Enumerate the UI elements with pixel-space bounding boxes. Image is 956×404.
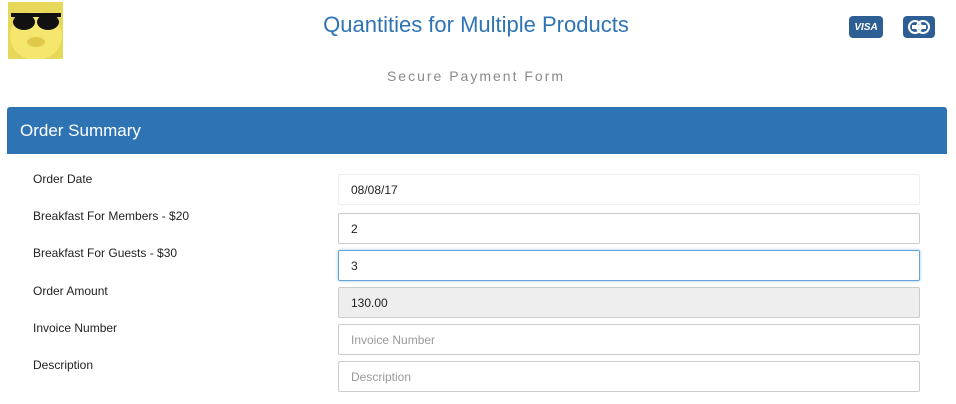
invoice-number-label: Invoice Number: [33, 321, 118, 335]
order-date-label: Order Date: [33, 172, 93, 186]
order-amount-field: 130.00: [338, 287, 920, 318]
mastercard-icon: [903, 16, 935, 38]
visa-card-icon: VISA: [849, 16, 883, 38]
page-title: Quantities for Multiple Products: [323, 12, 629, 37]
payment-form-page: Quantities for Multiple Products Secure …: [0, 0, 956, 404]
order-summary-header: Order Summary: [7, 107, 947, 154]
order-summary-title: Order Summary: [20, 121, 141, 140]
order-date-value: 08/08/17: [338, 174, 920, 205]
order-amount-label: Order Amount: [33, 284, 108, 298]
invoice-number-input[interactable]: Invoice Number: [338, 324, 920, 355]
guests-quantity-label: Breakfast For Guests - $30: [33, 246, 178, 260]
members-quantity-input[interactable]: 2: [338, 213, 920, 244]
members-quantity-label: Breakfast For Members - $20: [33, 209, 190, 223]
logo-image: [8, 2, 63, 59]
guests-quantity-input[interactable]: 3: [338, 250, 920, 281]
description-label: Description: [33, 358, 94, 372]
page-subtitle: Secure Payment Form: [386, 68, 566, 84]
description-input[interactable]: Description: [338, 361, 920, 392]
